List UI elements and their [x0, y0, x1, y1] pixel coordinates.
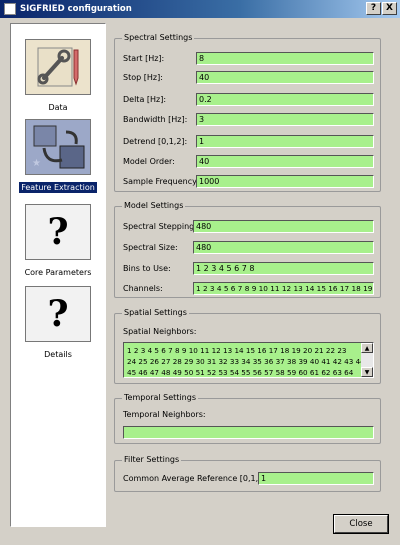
title-bar: SIGFRIED configuration ? X — [0, 0, 400, 18]
start-label: Start [Hz]: — [123, 54, 165, 63]
group-title: Spatial Settings — [122, 308, 189, 317]
sidebar-item-core-parameters[interactable]: ? Core Parameters — [12, 204, 104, 278]
close-button[interactable]: Close — [333, 514, 389, 534]
temporal-settings-group: Temporal Settings Temporal Neighbors: — [114, 393, 381, 444]
channels-label: Channels: — [123, 284, 163, 293]
spatial-neighbors-line: 1 2 3 4 5 6 7 8 9 10 11 12 13 14 15 16 1… — [127, 346, 347, 355]
spectral-stepping-label: Spectral Stepping: — [123, 222, 197, 231]
sample-frequency-label: Sample Frequency: — [123, 177, 199, 186]
bins-to-use-field[interactable]: 1 2 3 4 5 6 7 8 — [193, 262, 374, 275]
spatial-neighbors-line: 45 46 47 48 49 50 51 52 53 54 55 56 57 5… — [127, 368, 354, 377]
temporal-neighbors-label: Temporal Neighbors: — [123, 410, 206, 419]
model-order-label: Model Order: — [123, 157, 175, 166]
sidebar-item-label: Core Parameters — [24, 268, 92, 277]
spatial-neighbors-textarea[interactable]: 1 2 3 4 5 6 7 8 9 10 11 12 13 14 15 16 1… — [123, 342, 374, 378]
group-title: Temporal Settings — [122, 393, 198, 402]
spatial-settings-group: Spatial Settings Spatial Neighbors: 1 2 … — [114, 308, 381, 384]
bins-to-use-label: Bins to Use: — [123, 264, 171, 273]
question-mark-icon: ? — [25, 286, 91, 342]
car-field[interactable]: 1 — [258, 472, 374, 485]
group-title: Filter Settings — [122, 455, 182, 464]
delta-label: Delta [Hz]: — [123, 95, 167, 104]
spatial-neighbors-label: Spatial Neighbors: — [123, 327, 197, 336]
spectral-settings-group: Spectral Settings Start [Hz]: 8 Stop [Hz… — [114, 33, 381, 192]
sidebar-item-label: Details — [44, 350, 72, 359]
svg-text:★: ★ — [32, 158, 41, 169]
scroll-up-icon[interactable]: ▲ — [361, 343, 373, 353]
window-close-button[interactable]: X — [382, 2, 397, 15]
scroll-down-icon[interactable]: ▼ — [361, 367, 373, 377]
sidebar: Data ★ Feature Extraction ? Core Paramet… — [10, 23, 106, 527]
sidebar-item-label: Feature Extraction — [19, 182, 97, 193]
spectral-size-label: Spectral Size: — [123, 243, 178, 252]
start-field[interactable]: 8 — [196, 52, 374, 65]
spectral-stepping-field[interactable]: 480 — [193, 220, 374, 233]
spatial-neighbors-line: 24 25 26 27 28 29 30 31 32 33 34 35 36 3… — [127, 357, 365, 366]
delta-field[interactable]: 0.2 — [196, 93, 374, 106]
sample-frequency-field[interactable]: 1000 — [196, 175, 374, 188]
detrend-label: Detrend [0,1,2]: — [123, 137, 188, 146]
bandwidth-label: Bandwidth [Hz]: — [123, 115, 188, 124]
question-mark-icon: ? — [25, 204, 91, 260]
sidebar-item-data[interactable]: Data — [12, 39, 104, 113]
filter-settings-group: Filter Settings Common Average Reference… — [114, 455, 381, 492]
tools-icon — [25, 39, 91, 95]
temporal-neighbors-field[interactable] — [123, 426, 374, 439]
app-icon — [4, 3, 16, 15]
model-order-field[interactable]: 40 — [196, 155, 374, 168]
detrend-field[interactable]: 1 — [196, 135, 374, 148]
vertical-scrollbar[interactable]: ▲ ▼ — [361, 343, 373, 377]
group-title: Model Settings — [122, 201, 186, 210]
window-title: SIGFRIED configuration — [20, 4, 132, 14]
stop-field[interactable]: 40 — [196, 71, 374, 84]
arrow-process-icon: ★ — [25, 119, 91, 175]
group-title: Spectral Settings — [122, 33, 195, 42]
help-button[interactable]: ? — [366, 2, 381, 15]
car-label: Common Average Reference [0,1,2]: — [123, 474, 270, 483]
spectral-size-field[interactable]: 480 — [193, 241, 374, 254]
sidebar-item-feature-extraction[interactable]: ★ Feature Extraction — [12, 119, 104, 193]
model-settings-group: Model Settings Spectral Stepping: 480 Sp… — [114, 201, 381, 298]
stop-label: Stop [Hz]: — [123, 73, 163, 82]
bandwidth-field[interactable]: 3 — [196, 113, 374, 126]
sidebar-item-label: Data — [48, 103, 68, 112]
sidebar-item-details[interactable]: ? Details — [12, 286, 104, 360]
channels-field[interactable]: 1 2 3 4 5 6 7 8 9 10 11 12 13 14 15 16 1… — [193, 282, 374, 295]
